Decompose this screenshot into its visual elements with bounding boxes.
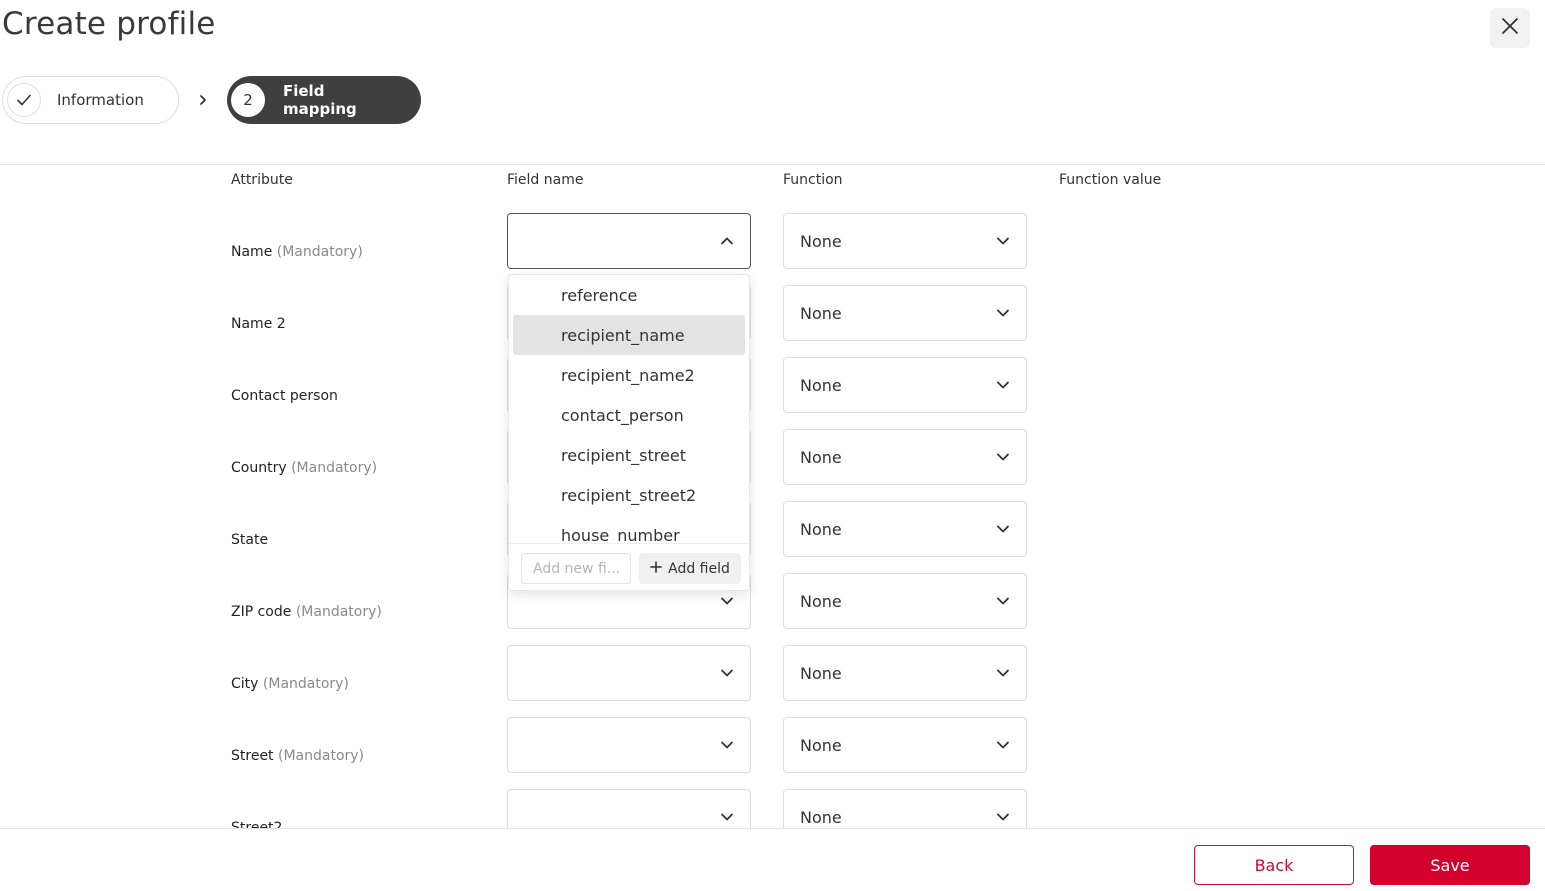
check-icon [7, 83, 41, 117]
stepper: Information 2 Field mapping [2, 76, 421, 124]
close-button[interactable] [1490, 8, 1530, 48]
function-select[interactable]: None [783, 501, 1027, 557]
chevron-down-icon [996, 234, 1010, 248]
close-icon [1501, 17, 1519, 39]
add-field-label: Add field [668, 560, 730, 577]
field-name-select[interactable] [507, 645, 751, 701]
add-field-button[interactable]: Add field [639, 553, 741, 584]
step-field-mapping[interactable]: 2 Field mapping [227, 76, 421, 124]
field-name-dropdown[interactable]: reference recipient_name recipient_name2… [508, 274, 750, 591]
page-title: Create profile [2, 6, 216, 42]
dropdown-option[interactable]: recipient_street [513, 435, 745, 475]
step-label: Information [57, 91, 144, 109]
chevron-down-icon [996, 810, 1010, 824]
mapping-table[interactable]: Attribute Field name Function Function v… [0, 165, 1545, 828]
chevron-down-icon [720, 666, 734, 680]
dropdown-option[interactable]: contact_person [513, 395, 745, 435]
plus-icon [650, 560, 662, 577]
attribute-label-street2: Street2 [231, 820, 283, 828]
chevron-right-icon [179, 94, 227, 106]
column-header-function: Function [783, 172, 843, 188]
chevron-down-icon [996, 666, 1010, 680]
chevron-down-icon [996, 738, 1010, 752]
attribute-label-city: City (Mandatory) [231, 676, 349, 692]
dropdown-option[interactable]: house_number [513, 515, 745, 542]
function-select[interactable]: None [783, 285, 1027, 341]
function-select[interactable]: None [783, 573, 1027, 629]
column-header-field-name: Field name [507, 172, 584, 188]
function-select[interactable]: None [783, 645, 1027, 701]
footer-divider [0, 828, 1545, 829]
step-label: Field mapping [283, 82, 357, 118]
dropdown-option[interactable]: reference [513, 275, 745, 315]
chevron-down-icon [996, 306, 1010, 320]
attribute-label-name: Name (Mandatory) [231, 244, 363, 260]
function-select[interactable]: None [783, 429, 1027, 485]
function-select[interactable]: None [783, 357, 1027, 413]
chevron-down-icon [720, 810, 734, 824]
attribute-label-country: Country (Mandatory) [231, 460, 378, 476]
chevron-down-icon [720, 594, 734, 608]
chevron-up-icon [720, 234, 734, 248]
chevron-down-icon [996, 450, 1010, 464]
dropdown-footer: Add new fi... Add field [509, 543, 749, 590]
dropdown-options[interactable]: reference recipient_name recipient_name2… [509, 275, 749, 541]
attribute-label-contact-person: Contact person [231, 388, 338, 404]
chevron-down-icon [996, 594, 1010, 608]
field-name-select[interactable] [507, 789, 751, 828]
function-select[interactable]: None [783, 213, 1027, 269]
attribute-label-street: Street (Mandatory) [231, 748, 365, 764]
attribute-label-zip-code: ZIP code (Mandatory) [231, 604, 382, 620]
dropdown-option[interactable]: recipient_name2 [513, 355, 745, 395]
save-button[interactable]: Save [1370, 845, 1530, 885]
attribute-label-name-2: Name 2 [231, 316, 286, 332]
back-button[interactable]: Back [1194, 845, 1354, 885]
function-select[interactable]: None [783, 717, 1027, 773]
dropdown-option[interactable]: recipient_street2 [513, 475, 745, 515]
function-select[interactable]: None [783, 789, 1027, 828]
field-name-select[interactable] [507, 717, 751, 773]
column-header-attribute: Attribute [231, 172, 293, 188]
chevron-down-icon [996, 378, 1010, 392]
add-field-input[interactable]: Add new fi... [521, 553, 631, 584]
attribute-label-state: State [231, 532, 269, 548]
column-header-function-value: Function value [1059, 172, 1162, 188]
step-number: 2 [231, 83, 265, 117]
dropdown-option[interactable]: recipient_name [513, 315, 745, 355]
chevron-down-icon [996, 522, 1010, 536]
step-information[interactable]: Information [2, 76, 179, 124]
chevron-down-icon [720, 738, 734, 752]
field-name-select[interactable] [507, 213, 751, 269]
